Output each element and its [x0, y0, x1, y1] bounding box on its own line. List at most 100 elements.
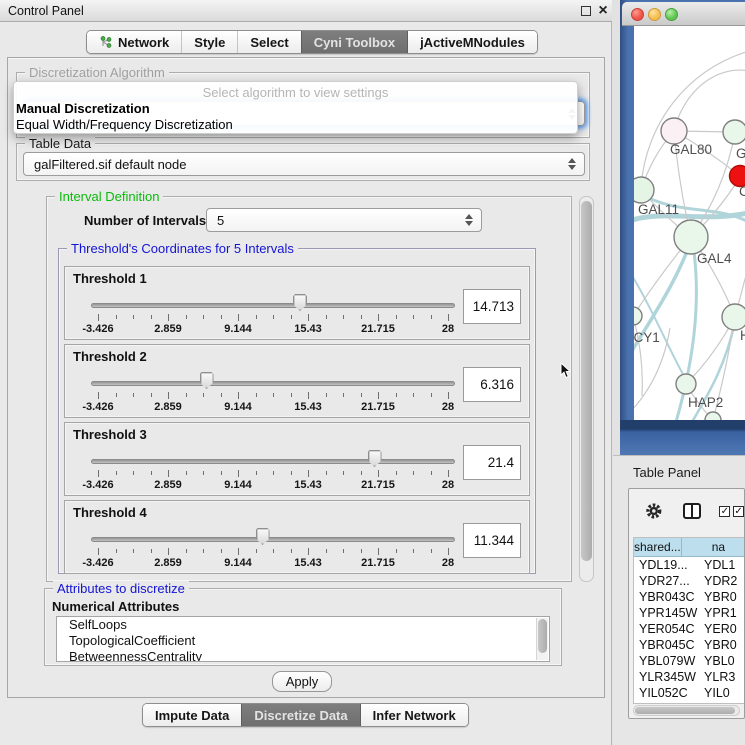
cell[interactable]: YDR27... — [634, 574, 698, 588]
list-item-betweennesscentrality[interactable]: BetweennessCentrality — [57, 649, 549, 662]
table-panel-title: Table Panel — [633, 465, 701, 480]
cell[interactable]: YBR0 — [698, 638, 744, 652]
threshold-3-panel: Threshold 3 -3.426 2.859 9.144 15.43 21.… — [64, 422, 530, 496]
scale-label: 28 — [442, 557, 454, 569]
table-row[interactable]: YBR043CYBR0 — [634, 589, 744, 605]
popup-placeholder-option[interactable]: Select algorithm to view settings — [14, 85, 577, 100]
tab-impute-data[interactable]: Impute Data — [143, 704, 241, 726]
cell[interactable]: YER0 — [698, 622, 744, 636]
node-gal80[interactable] — [661, 118, 687, 144]
scale-label: 2.859 — [154, 479, 182, 491]
checkbox-icon-2[interactable]: ✓ — [733, 506, 744, 517]
column-header-name[interactable]: na — [682, 538, 744, 556]
table-hscrollbar-thumb[interactable] — [635, 707, 735, 714]
tab-jactive-label: jActiveMNodules — [420, 35, 525, 50]
apply-button[interactable]: Apply — [272, 671, 332, 692]
popup-option-manual-discretization[interactable]: Manual Discretization — [16, 101, 150, 116]
checkbox-icon-1[interactable]: ✓ — [719, 506, 730, 517]
slider-thumb[interactable] — [256, 528, 270, 545]
threshold-4-slider[interactable]: -3.426 2.859 9.144 15.43 21.715 28 — [91, 527, 455, 573]
scale-label: -3.426 — [82, 401, 113, 413]
tab-cyni-label: Cyni Toolbox — [314, 35, 395, 50]
tab-network[interactable]: Network — [87, 31, 181, 53]
slider-thumb[interactable] — [200, 372, 214, 389]
cell[interactable]: YBR043C — [634, 590, 698, 604]
node-top-right[interactable] — [723, 120, 745, 144]
cell[interactable]: YBL079W — [634, 654, 698, 668]
cell[interactable]: YPR145W — [634, 606, 698, 620]
list-item-topologicalcoefficient[interactable]: TopologicalCoefficient — [57, 633, 549, 649]
threshold-1-value[interactable]: 14.713 — [463, 289, 521, 324]
cell[interactable]: YPR1 — [698, 606, 744, 620]
list-item-selfloops[interactable]: SelfLoops — [57, 617, 549, 633]
slider-thumb[interactable] — [293, 294, 307, 311]
scale-label: 9.144 — [224, 479, 252, 491]
table-row[interactable]: YDL19...YDL1 — [634, 557, 744, 573]
attributes-list-scrollbar[interactable] — [536, 618, 548, 660]
network-canvas[interactable]: GAL80 G. C GAL11 GAL4 GCY1 H HAP2 — [634, 26, 745, 420]
attributes-scrollbar-thumb[interactable] — [538, 619, 547, 653]
table-row[interactable]: YDR27...YDR2 — [634, 573, 744, 589]
panel-title: Control Panel — [0, 4, 84, 18]
close-icon[interactable]: × — [596, 2, 610, 20]
cell[interactable]: YIL0 — [698, 686, 744, 700]
table-row[interactable]: YLR345WYLR3 — [634, 669, 744, 685]
threshold-3-slider[interactable]: -3.426 2.859 9.144 15.43 21.715 28 — [91, 449, 455, 495]
node-gal4[interactable] — [674, 220, 708, 254]
table-row[interactable]: YPR145WYPR1 — [634, 605, 744, 621]
tab-select[interactable]: Select — [237, 31, 300, 53]
table-row[interactable]: YBL079WYBL0 — [634, 653, 744, 669]
tab-cyni-toolbox[interactable]: Cyni Toolbox — [301, 31, 407, 53]
threshold-1-slider[interactable]: -3.426 2.859 9.144 15.43 21.715 28 — [91, 293, 455, 339]
cell[interactable]: YIL052C — [634, 686, 698, 700]
table-row[interactable]: YBR045CYBR0 — [634, 637, 744, 653]
bottom-tabs: Impute Data Discretize Data Infer Networ… — [142, 703, 469, 727]
table-horizontal-scrollbar[interactable] — [633, 705, 740, 716]
node-gcy1[interactable] — [634, 307, 642, 325]
settings-scrollbar[interactable] — [579, 196, 594, 582]
cell[interactable]: YDL1 — [698, 558, 744, 572]
threshold-4-panel: Threshold 4 -3.426 2.859 9.144 15.43 21.… — [64, 500, 530, 574]
cell[interactable]: YLR345W — [634, 670, 698, 684]
settings-scrollbar-thumb[interactable] — [581, 201, 592, 561]
tab-infer-network[interactable]: Infer Network — [360, 704, 468, 726]
close-traffic-light[interactable] — [631, 8, 644, 21]
zoom-traffic-light[interactable] — [665, 8, 678, 21]
cell[interactable]: YBL0 — [698, 654, 744, 668]
threshold-3-value[interactable]: 21.4 — [463, 445, 521, 480]
table-data-title: Table Data — [25, 136, 95, 151]
combo-arrows-icon — [568, 158, 577, 170]
numerical-attributes-list[interactable]: SelfLoops TopologicalCoefficient Between… — [56, 616, 550, 662]
cell[interactable]: YER054C — [634, 622, 698, 636]
network-window-titlebar[interactable] — [622, 2, 745, 26]
float-window-icon[interactable] — [581, 6, 591, 16]
table-row[interactable]: YIL052CYIL0 — [634, 685, 744, 701]
minimize-traffic-light[interactable] — [648, 8, 661, 21]
popup-option-equal-width-frequency[interactable]: Equal Width/Frequency Discretization — [16, 117, 233, 132]
gear-icon[interactable] — [645, 502, 663, 520]
slider-thumb[interactable] — [368, 450, 382, 467]
slider-ticks — [98, 392, 448, 400]
tab-discretize-data[interactable]: Discretize Data — [241, 704, 359, 726]
tab-jactivemnodules[interactable]: jActiveMNodules — [407, 31, 537, 53]
cell[interactable]: YBR0 — [698, 590, 744, 604]
number-of-intervals-combobox[interactable]: 5 — [206, 208, 482, 232]
table-row[interactable]: YER054CYER0 — [634, 621, 744, 637]
cell[interactable]: YBR045C — [634, 638, 698, 652]
threshold-4-value[interactable]: 11.344 — [463, 523, 521, 558]
column-header-shared-name[interactable]: shared... — [634, 538, 682, 556]
node-hap2[interactable] — [676, 374, 696, 394]
tab-style[interactable]: Style — [181, 31, 237, 53]
cell[interactable]: YDR2 — [698, 574, 744, 588]
scale-label: -3.426 — [82, 557, 113, 569]
node-gal11[interactable] — [634, 177, 654, 203]
cell[interactable]: YLR3 — [698, 670, 744, 684]
scale-label: 15.43 — [294, 557, 322, 569]
cell[interactable]: YDL19... — [634, 558, 698, 572]
control-panel: Control Panel × Network Style Select Cyn… — [0, 0, 612, 745]
threshold-2-slider[interactable]: -3.426 2.859 9.144 15.43 21.715 28 — [91, 371, 455, 417]
table-data-combobox[interactable]: galFiltered.sif default node — [23, 152, 585, 176]
node-h[interactable] — [722, 304, 745, 330]
threshold-2-value[interactable]: 6.316 — [463, 367, 521, 402]
split-columns-icon[interactable] — [683, 503, 702, 519]
